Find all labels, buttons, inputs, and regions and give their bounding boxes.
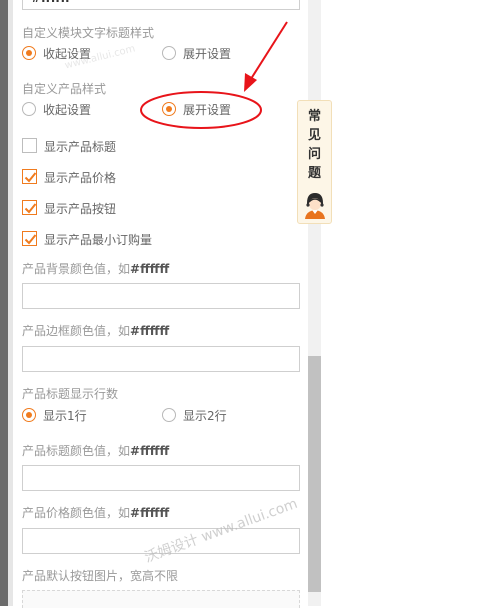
annotation-arrowhead [244, 73, 257, 92]
annotation-overlay [140, 21, 288, 129]
highlight-ellipse [140, 91, 262, 129]
annotation-arrow-line [248, 21, 288, 83]
